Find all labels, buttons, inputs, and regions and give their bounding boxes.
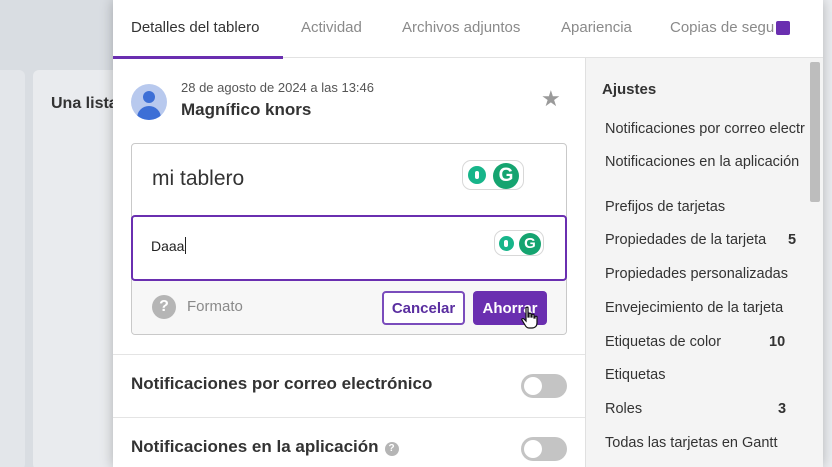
help-icon[interactable]: ? <box>384 442 399 456</box>
cancel-button[interactable]: Cancelar <box>382 291 465 325</box>
tab-clip: Copias de seguridad <box>670 0 774 56</box>
text-caret <box>185 237 187 254</box>
divider <box>113 354 585 355</box>
description-field[interactable]: Daaa G <box>131 215 567 281</box>
tab-backups[interactable]: Copias de seguridad <box>670 19 774 36</box>
settings-item-card-aging[interactable]: Envejecimiento de la tarjeta <box>605 300 805 316</box>
settings-scrollbar[interactable] <box>810 62 820 202</box>
active-tab-indicator <box>113 56 283 59</box>
editor-action-bar: ? Formato Cancelar Ahorrar <box>132 281 566 334</box>
board-details-modal: Detalles del tablero Actividad Archivos … <box>113 0 823 467</box>
lightbulb-icon <box>468 166 486 184</box>
settings-title: Ajustes <box>602 81 657 98</box>
email-notifications-toggle[interactable] <box>521 374 567 398</box>
tabs-more-icon[interactable] <box>776 21 790 35</box>
settings-item-gantt-cards[interactable]: Todas las tarjetas en Gantt <box>605 435 805 451</box>
board-name-field[interactable]: mi tablero <box>152 167 244 191</box>
lightbulb-icon <box>499 236 514 251</box>
settings-item-count: 3 <box>778 401 787 417</box>
description-text: Daaa <box>151 237 187 254</box>
tab-board-details[interactable]: Detalles del tablero <box>131 19 259 36</box>
settings-item-card-properties[interactable]: Propiedades de la tarjeta <box>605 232 785 248</box>
settings-item-labels[interactable]: Etiquetas <box>605 367 805 383</box>
background-list-left <box>0 70 25 467</box>
background-edge <box>823 0 832 467</box>
grammarly-widget[interactable]: G <box>462 160 524 190</box>
email-notifications-label: Notificaciones por correo electrónico <box>131 374 433 393</box>
app-notifications-toggle[interactable] <box>521 437 567 461</box>
hand-cursor-icon <box>521 306 538 329</box>
grammarly-icon: G <box>519 233 541 255</box>
settings-item-custom-properties[interactable]: Propiedades personalizadas <box>605 266 805 282</box>
help-icon[interactable]: ? <box>152 295 176 319</box>
background-list-title: Una lista <box>51 95 118 112</box>
format-link[interactable]: Formato <box>187 298 243 315</box>
tab-appearance[interactable]: Apariencia <box>561 19 632 36</box>
created-date: 28 de agosto de 2024 a las 13:46 <box>181 80 374 95</box>
settings-item-count: 10 <box>769 334 786 350</box>
author-name: Magnífico knors <box>181 100 312 119</box>
settings-item-card-prefixes[interactable]: Prefijos de tarjetas <box>605 199 805 215</box>
board-edit-form: mi tablero G Daaa G ? Formato Cancelar A… <box>131 143 567 335</box>
tab-bar: Detalles del tablero Actividad Archivos … <box>113 0 823 59</box>
settings-item-color-labels[interactable]: Etiquetas de color <box>605 334 775 350</box>
star-icon[interactable]: ★ <box>541 88 561 110</box>
tab-activity[interactable]: Actividad <box>301 19 362 36</box>
settings-item-count: 5 <box>788 232 797 248</box>
tab-attachments[interactable]: Archivos adjuntos <box>402 19 520 36</box>
avatar <box>131 84 167 120</box>
settings-item-email-notifications[interactable]: Notificaciones por correo electrónico <box>605 121 805 137</box>
grammarly-widget[interactable]: G <box>494 230 544 256</box>
settings-item-roles[interactable]: Roles <box>605 401 775 417</box>
app-notifications-label: Notificaciones en la aplicación? <box>131 437 399 457</box>
settings-item-app-notifications[interactable]: Notificaciones en la aplicación <box>605 154 805 170</box>
grammarly-icon: G <box>493 163 519 189</box>
settings-panel: Ajustes Notificaciones por correo electr… <box>585 58 823 467</box>
divider <box>113 417 585 418</box>
